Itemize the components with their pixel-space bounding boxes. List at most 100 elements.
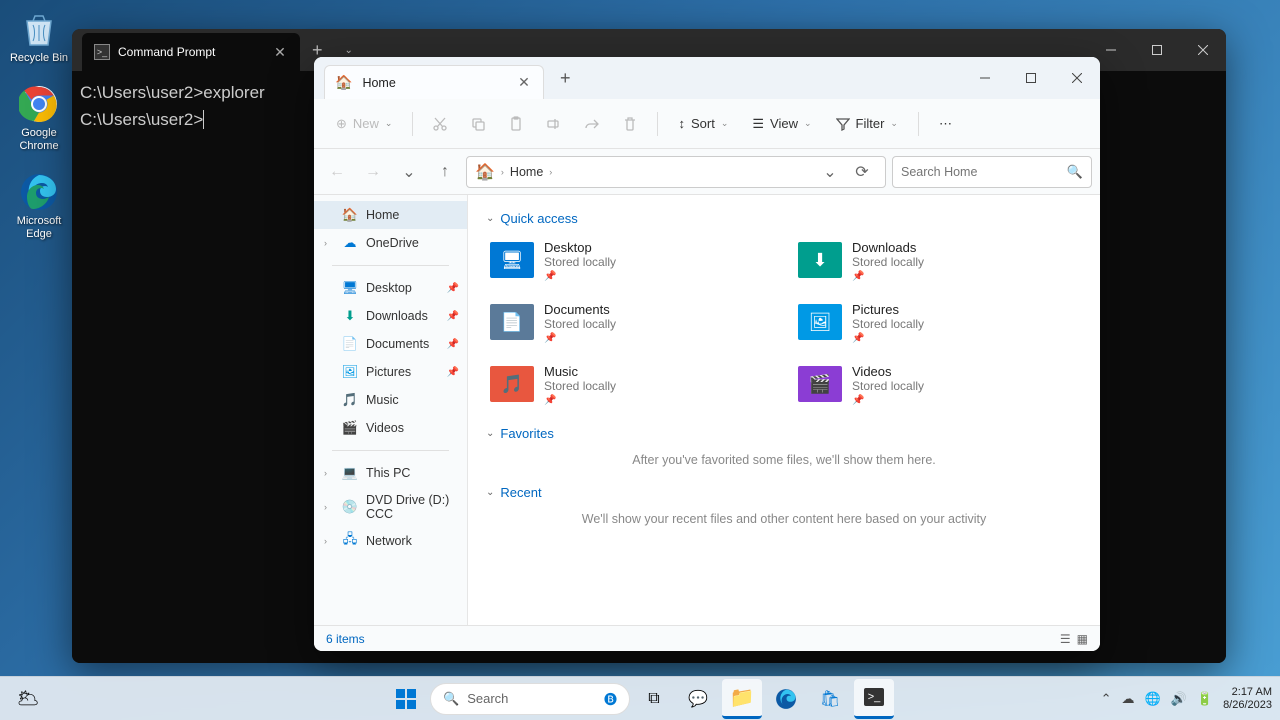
sidebar-item-downloads[interactable]: ⬇Downloads📌 bbox=[314, 302, 467, 330]
cmd-tab-close-button[interactable]: ✕ bbox=[270, 44, 290, 61]
taskbar-weather-widget[interactable]: 🌥 bbox=[8, 679, 48, 719]
breadcrumb-home[interactable]: Home bbox=[510, 165, 543, 179]
address-dropdown-button[interactable]: ⌄ bbox=[815, 157, 845, 187]
tray-onedrive-icon[interactable]: ☁ bbox=[1122, 691, 1135, 707]
details-view-button[interactable]: ☰ bbox=[1060, 632, 1071, 646]
pin-icon: 📌 bbox=[544, 395, 616, 406]
filter-button[interactable]: Filter ⌄ bbox=[826, 110, 908, 137]
nav-forward-button[interactable]: → bbox=[358, 157, 388, 187]
cut-button[interactable] bbox=[423, 107, 457, 141]
qa-subtitle: Stored locally bbox=[852, 255, 924, 269]
more-button[interactable]: ⋯ bbox=[929, 110, 962, 138]
chevron-down-icon: ⌄ bbox=[890, 118, 898, 129]
taskbar-edge[interactable] bbox=[766, 679, 806, 719]
sort-icon: ↕ bbox=[678, 116, 685, 131]
large-icons-view-button[interactable]: ▦ bbox=[1077, 632, 1088, 646]
view-icon: ☰ bbox=[752, 116, 764, 132]
quick-access-item[interactable]: 📄 Documents Stored locally 📌 bbox=[486, 298, 774, 348]
sidebar-item-thispc[interactable]: ›💻This PC bbox=[314, 459, 467, 487]
sort-button[interactable]: ↕ Sort ⌄ bbox=[668, 110, 738, 137]
sidebar-item-videos[interactable]: 🎬Videos bbox=[314, 414, 467, 442]
quick-access-item[interactable]: 🖥 Desktop Stored locally 📌 bbox=[486, 236, 774, 286]
sidebar-item-desktop[interactable]: 🖥Desktop📌 bbox=[314, 274, 467, 302]
pictures-icon: 🖼 bbox=[342, 364, 358, 380]
search-input[interactable] bbox=[901, 165, 1067, 179]
nav-up-button[interactable]: ↑ bbox=[430, 157, 460, 187]
document-icon: 📄 bbox=[342, 336, 358, 352]
folder-icon: 📁 bbox=[730, 685, 755, 710]
cmd-tab[interactable]: >_ Command Prompt ✕ bbox=[82, 33, 300, 71]
desktop-icon-chrome[interactable]: Google Chrome bbox=[8, 83, 70, 153]
quick-access-item[interactable]: 🎬 Videos Stored locally 📌 bbox=[794, 360, 1082, 410]
new-button[interactable]: ⊕ New ⌄ bbox=[326, 110, 402, 138]
tray-overflow-button[interactable]: ⌃ bbox=[1101, 691, 1112, 707]
nav-recent-button[interactable]: ⌄ bbox=[394, 157, 424, 187]
nav-back-button[interactable]: ← bbox=[322, 157, 352, 187]
address-box[interactable]: 🏠 › Home › ⌄ ⟳ bbox=[466, 156, 886, 188]
recent-empty-text: We'll show your recent files and other c… bbox=[486, 512, 1082, 526]
sidebar-item-music[interactable]: 🎵Music bbox=[314, 386, 467, 414]
taskbar-store[interactable]: 🛍 bbox=[810, 679, 850, 719]
taskbar-search[interactable]: 🔍 Search 🅑 bbox=[430, 683, 630, 715]
chrome-icon bbox=[18, 83, 60, 125]
explorer-maximize-button[interactable] bbox=[1008, 57, 1054, 99]
quick-access-item[interactable]: 🎵 Music Stored locally 📌 bbox=[486, 360, 774, 410]
taskbar-chat[interactable]: 💬 bbox=[678, 679, 718, 719]
taskbar-clock[interactable]: 2:17 AM 8/26/2023 bbox=[1223, 686, 1272, 712]
explorer-minimize-button[interactable] bbox=[962, 57, 1008, 99]
pin-icon: 📌 bbox=[544, 271, 616, 282]
delete-button[interactable] bbox=[613, 107, 647, 141]
sidebar-item-network[interactable]: ›🖧Network bbox=[314, 527, 467, 555]
sidebar-item-documents[interactable]: 📄Documents📌 bbox=[314, 330, 467, 358]
desktop-icon-recycle-bin[interactable]: Recycle Bin bbox=[8, 8, 70, 65]
qa-title: Documents bbox=[544, 302, 616, 317]
rename-button[interactable] bbox=[537, 107, 571, 141]
tray-volume-icon[interactable]: 🔊 bbox=[1171, 691, 1187, 707]
copy-button[interactable] bbox=[461, 107, 495, 141]
share-button[interactable] bbox=[575, 107, 609, 141]
chat-icon: 💬 bbox=[688, 689, 708, 709]
section-recent[interactable]: ⌄Recent bbox=[486, 485, 1082, 500]
plus-circle-icon: ⊕ bbox=[336, 116, 347, 132]
taskbar-terminal[interactable]: >_ bbox=[854, 679, 894, 719]
download-icon: ⬇ bbox=[342, 308, 358, 324]
explorer-tab[interactable]: 🏠 Home ✕ bbox=[324, 65, 544, 99]
sidebar-item-home[interactable]: 🏠Home bbox=[314, 201, 467, 229]
explorer-close-button[interactable] bbox=[1054, 57, 1100, 99]
tray-battery-icon[interactable]: 🔋 bbox=[1197, 691, 1213, 707]
chevron-down-icon: ⌄ bbox=[721, 118, 729, 129]
section-quick-access[interactable]: ⌄Quick access bbox=[486, 211, 1082, 226]
start-button[interactable] bbox=[386, 679, 426, 719]
explorer-tab-close-button[interactable]: ✕ bbox=[515, 74, 533, 91]
taskbar-file-explorer[interactable]: 📁 bbox=[722, 679, 762, 719]
recycle-bin-icon bbox=[18, 8, 60, 50]
refresh-button[interactable]: ⟳ bbox=[847, 157, 877, 187]
cmd-maximize-button[interactable] bbox=[1134, 29, 1180, 71]
view-button[interactable]: ☰ View ⌄ bbox=[742, 110, 821, 138]
network-icon: 🖧 bbox=[342, 533, 358, 549]
chevron-down-icon: ⌄ bbox=[804, 118, 812, 129]
taskbar-taskview[interactable]: ⧉ bbox=[634, 679, 674, 719]
chevron-down-icon: ⌄ bbox=[486, 428, 494, 439]
sidebar-item-pictures[interactable]: 🖼Pictures📌 bbox=[314, 358, 467, 386]
item-count: 6 items bbox=[326, 632, 365, 646]
folder-icon: ⬇ bbox=[798, 242, 842, 278]
sidebar-item-onedrive[interactable]: ›☁OneDrive bbox=[314, 229, 467, 257]
chevron-down-icon: ⌄ bbox=[486, 213, 494, 224]
quick-access-item[interactable]: ⬇ Downloads Stored locally 📌 bbox=[794, 236, 1082, 286]
explorer-titlebar[interactable]: 🏠 Home ✕ + bbox=[314, 57, 1100, 99]
section-favorites[interactable]: ⌄Favorites bbox=[486, 426, 1082, 441]
search-icon: 🔍 bbox=[443, 691, 459, 707]
explorer-new-tab-button[interactable]: + bbox=[544, 68, 587, 89]
paste-button[interactable] bbox=[499, 107, 533, 141]
cmd-close-button[interactable] bbox=[1180, 29, 1226, 71]
music-icon: 🎵 bbox=[342, 392, 358, 408]
sidebar-item-dvd[interactable]: ›💿DVD Drive (D:) CCC bbox=[314, 487, 467, 527]
edge-icon bbox=[18, 171, 60, 213]
pin-icon: 📌 bbox=[852, 395, 924, 406]
cmd-tab-dropdown-button[interactable]: ⌄ bbox=[335, 45, 363, 56]
tray-network-icon[interactable]: 🌐 bbox=[1145, 691, 1161, 707]
quick-access-item[interactable]: 🖼 Pictures Stored locally 📌 bbox=[794, 298, 1082, 348]
desktop-icon-edge[interactable]: Microsoft Edge bbox=[8, 171, 70, 241]
search-box[interactable]: 🔍 bbox=[892, 156, 1092, 188]
